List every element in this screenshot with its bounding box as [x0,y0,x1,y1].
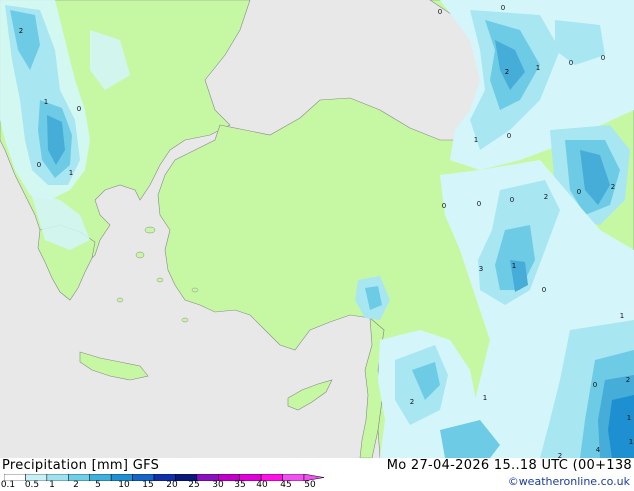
precip-value: 0 [507,132,511,140]
precip-value: 1 [620,312,624,320]
map-title: Precipitation [mm] GFS [2,458,160,473]
precip-value: 2 [410,398,414,406]
map-footer: Precipitation [mm] GFS Mo 27-04-2026 15.… [0,458,634,490]
precip-value: 0 [77,105,81,113]
legend-tick-label: 40 [256,480,268,490]
precip-value: 2 [505,68,509,76]
precip-value: 1 [474,136,478,144]
precip-value: 2 [544,193,548,201]
precip-value: 1 [536,64,540,72]
legend-swatch [68,474,90,481]
precip-value: 1 [627,414,631,422]
map-canvas: 2 1 0 0 1 0 0 2 1 0 0 1 0 0 2 0 2 0 0 0 … [0,0,634,458]
precip-value: 1 [512,262,516,270]
precip-value: 0 [569,59,573,67]
precip-value: 0 [593,381,597,389]
legend-tick-label: 25 [188,480,200,490]
precipitation-map: 2 1 0 0 1 0 0 2 1 0 0 1 0 0 2 0 2 0 0 0 … [0,0,634,458]
forecast-time: Mo 27-04-2026 15..18 UTC (00+138 [386,458,632,473]
precip-value: 2 [626,376,630,384]
precip-value: 0 [438,8,442,16]
legend-tick-label: 50 [304,480,316,490]
legend-tick-label: 10 [118,480,130,490]
precip-value: 1 [69,169,73,177]
precip-value: 0 [501,4,505,12]
precip-value: 0 [37,161,41,169]
precip-se-deep [608,395,634,458]
legend-tick-label: 30 [212,480,224,490]
precip-value: 0 [577,188,581,196]
precip-value: 0 [510,196,514,204]
precip-value: 4 [596,446,601,454]
legend-tick-label: 20 [166,480,178,490]
legend-tick-label: 0.5 [24,480,40,490]
legend-tick-label: 1 [49,480,55,490]
precip-value: 0 [442,202,446,210]
precip-value: 1 [44,98,48,106]
precip-value: 1 [629,438,633,446]
legend-tick-label: 2 [73,480,79,490]
legend-tick-label: 45 [280,480,292,490]
legend-tick-label: 0.1 [0,480,16,490]
precip-value: 1 [483,394,487,402]
legend-tick-label: 15 [142,480,154,490]
precip-value: 0 [542,286,546,294]
precip-value: 0 [477,200,481,208]
legend-tick-label: 5 [95,480,101,490]
legend-tick-label: 35 [234,480,246,490]
precip-value: 2 [19,27,23,35]
credit-text: ©weatheronline.co.uk [507,475,630,488]
precip-value: 0 [601,54,605,62]
precip-value: 3 [479,265,483,273]
precip-value: 2 [611,183,615,191]
